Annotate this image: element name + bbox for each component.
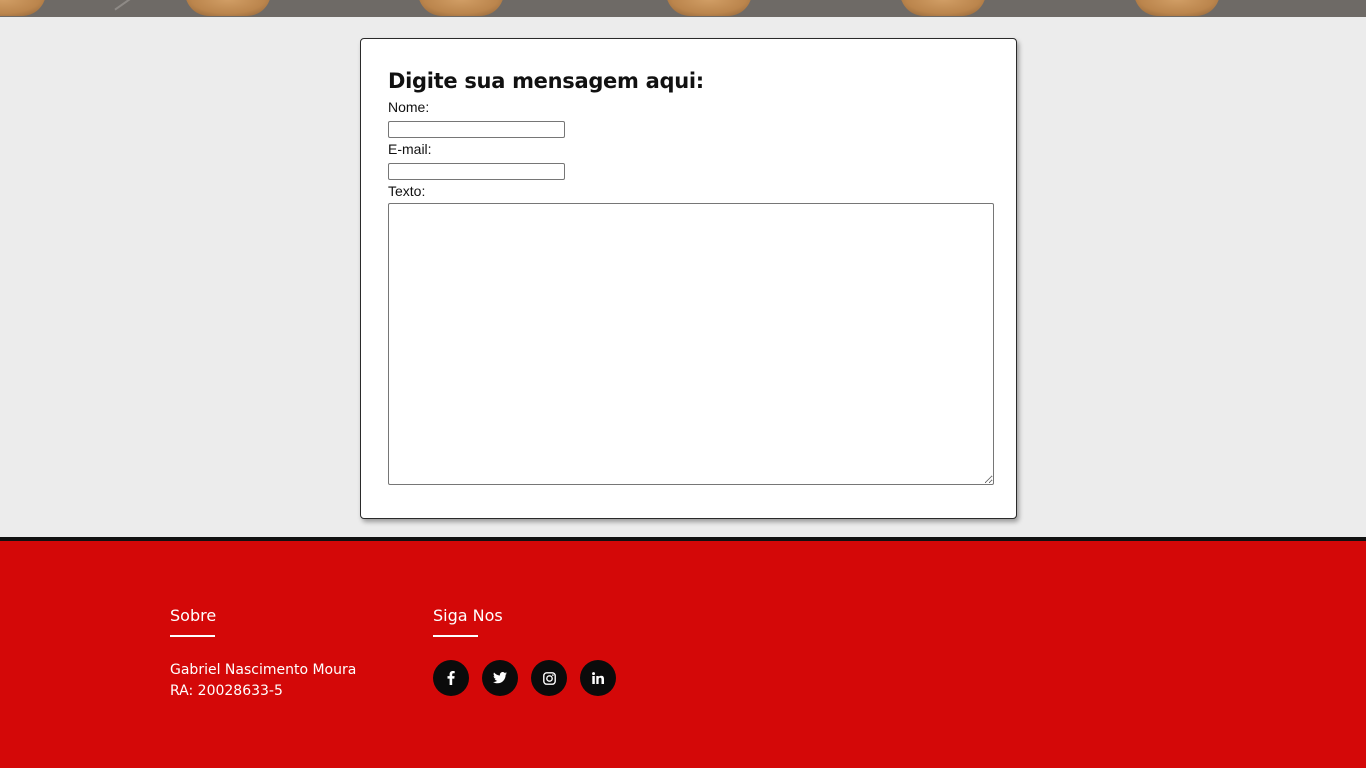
twitter-icon: [493, 672, 507, 684]
name-label: Nome:: [388, 99, 430, 115]
author-ra: RA: 20028633-5: [170, 683, 283, 699]
linkedin-button[interactable]: [580, 660, 616, 696]
author-name: Gabriel Nascimento Moura: [170, 662, 357, 678]
message-textarea[interactable]: [388, 203, 994, 485]
email-input[interactable]: [388, 163, 565, 180]
social-heading: Siga Nos: [433, 606, 503, 625]
footer: Sobre Gabriel Nascimento Moura RA: 20028…: [0, 537, 1366, 768]
text-label: Texto:: [388, 183, 426, 199]
banner-decoration: [0, 0, 46, 16]
form-title: Digite sua mensagem aqui:: [388, 69, 704, 93]
header-banner: [0, 0, 1366, 17]
banner-decoration: [1134, 0, 1220, 16]
name-input[interactable]: [388, 121, 565, 138]
social-links: [433, 660, 616, 696]
about-heading-underline: [170, 635, 215, 637]
facebook-button[interactable]: [433, 660, 469, 696]
banner-decoration: [418, 0, 504, 16]
instagram-button[interactable]: [531, 660, 567, 696]
banner-mark: [114, 0, 138, 17]
about-heading: Sobre: [170, 606, 217, 625]
footer-about-section: Sobre Gabriel Nascimento Moura RA: 20028…: [170, 605, 356, 702]
footer-social-section: Siga Nos: [433, 605, 616, 696]
about-text: Gabriel Nascimento Moura RA: 20028633-5: [170, 660, 356, 702]
linkedin-icon: [592, 672, 604, 684]
facebook-icon: [447, 671, 455, 685]
instagram-icon: [542, 671, 556, 685]
social-heading-underline: [433, 635, 478, 637]
contact-form-card: Digite sua mensagem aqui: Nome: E-mail: …: [360, 38, 1017, 519]
twitter-button[interactable]: [482, 660, 518, 696]
banner-decoration: [185, 0, 271, 16]
banner-decoration: [666, 0, 752, 16]
email-label: E-mail:: [388, 141, 432, 157]
banner-decoration: [900, 0, 986, 16]
